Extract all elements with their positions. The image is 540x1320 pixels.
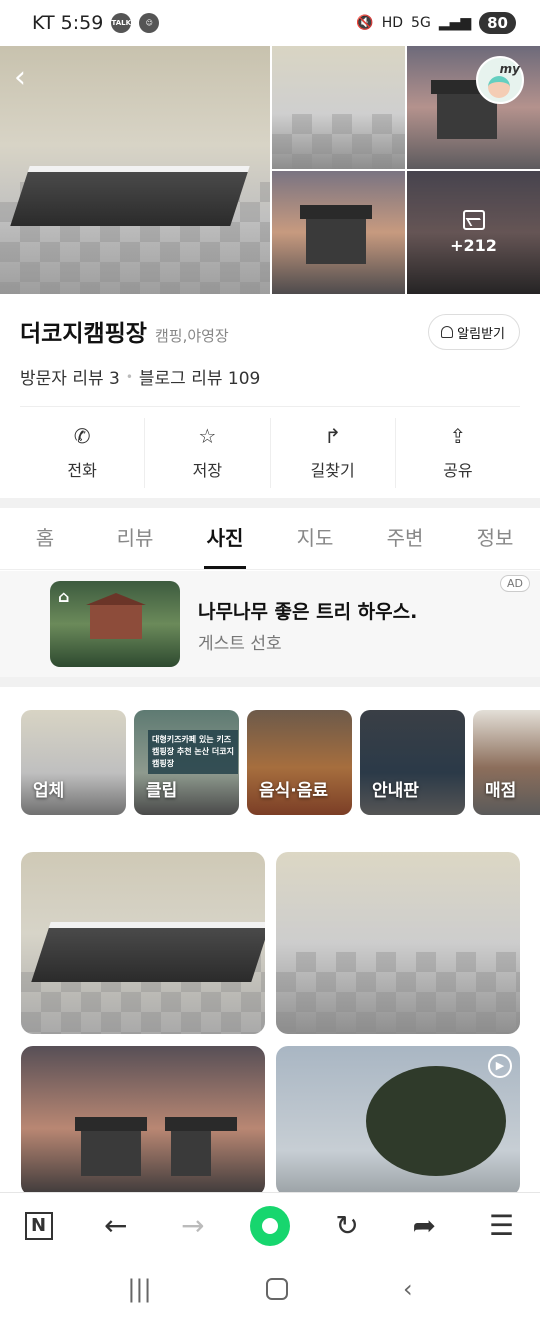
ad-title: 나무나무 좋은 트리 하우스. — [198, 601, 418, 623]
browser-toolbar: N ← → ↻ ➦ ☰ — [0, 1192, 540, 1258]
play-icon: ▶ — [488, 1054, 512, 1078]
separator-dot: • — [125, 369, 133, 384]
share-label: 공유 — [443, 461, 473, 480]
back-button[interactable]: ← — [92, 1202, 140, 1250]
alarm-label: 알림받기 — [457, 326, 505, 342]
category-clip[interactable]: 대형키즈카페 있는 키즈캠핑장 추천 논산 더코지캠핑장 클립 — [134, 710, 239, 815]
blog-review-link[interactable]: 블로그 리뷰 109 — [139, 364, 260, 389]
tab-bar: 홈 리뷰 사진 지도 주변 정보 — [0, 508, 540, 570]
share-arrow-icon: ➦ — [412, 1209, 436, 1242]
system-nav-bar: ||| ‹ — [0, 1258, 540, 1320]
hero-photo-3[interactable] — [407, 46, 540, 169]
section-divider — [0, 498, 540, 508]
arrow-left-icon: ← — [103, 1209, 128, 1242]
signal-icon: ▂▄▆ — [438, 15, 472, 31]
phone-icon: ✆ — [73, 424, 91, 448]
place-name: 더코지캠핑장 — [20, 321, 147, 347]
ad-thumbnail: ⌂ — [50, 581, 180, 667]
category-label: 안내판 — [372, 781, 419, 801]
hd-icon: HD — [381, 15, 404, 31]
recent-apps-icon[interactable]: ||| — [127, 1275, 151, 1303]
category-store[interactable]: 매점 — [473, 710, 540, 815]
tab-nearby[interactable]: 주변 — [360, 508, 450, 569]
photo-tile[interactable] — [21, 1046, 265, 1196]
tab-home[interactable]: 홈 — [0, 508, 90, 569]
carrier-time: KT 5:59 — [32, 12, 104, 34]
category-food-drink[interactable]: 음식·음료 — [247, 710, 352, 815]
network-icon: 5G — [411, 15, 431, 31]
notification-icon: ☺ — [139, 13, 160, 33]
system-back-icon[interactable]: ‹ — [403, 1275, 413, 1303]
save-button[interactable]: ☆ 저장 — [145, 418, 271, 488]
mute-icon: 🔇 — [356, 15, 374, 31]
category-label: 클립 — [146, 781, 178, 801]
my-avatar[interactable]: my — [476, 56, 524, 104]
photo-tile[interactable] — [21, 852, 265, 1034]
bell-icon — [441, 326, 454, 338]
divider — [20, 406, 520, 407]
hero-photo-4[interactable] — [272, 171, 405, 294]
alarm-button[interactable]: 알림받기 — [428, 314, 520, 350]
photo-icon — [462, 210, 485, 230]
tab-info[interactable]: 정보 — [450, 508, 540, 569]
ad-banner[interactable]: ⌂ 나무나무 좋은 트리 하우스. 게스트 선호 AD — [0, 571, 540, 677]
tab-photo[interactable]: 사진 — [180, 508, 270, 569]
category-signboard[interactable]: 안내판 — [360, 710, 465, 815]
visitor-review-link[interactable]: 방문자 리뷰 3 — [20, 364, 120, 389]
share-page-button[interactable]: ➦ — [400, 1202, 448, 1250]
naver-n-icon: N — [24, 1211, 53, 1240]
action-row: ✆ 전화 ☆ 저장 ↱ 길찾기 ⇪ 공유 — [20, 418, 520, 488]
ad-subtitle: 게스트 선호 — [198, 634, 282, 654]
video-tile[interactable]: ▶ — [276, 1046, 520, 1196]
category-business[interactable]: 업체 — [21, 710, 126, 815]
call-label: 전화 — [67, 461, 97, 480]
menu-button[interactable]: ☰ — [477, 1202, 525, 1250]
kakaotalk-icon: TALK — [111, 13, 132, 33]
green-dot-button[interactable] — [246, 1202, 294, 1250]
share-button[interactable]: ⇪ 공유 — [396, 418, 520, 488]
hamburger-icon: ☰ — [488, 1209, 514, 1242]
clip-banner-text: 대형키즈카페 있는 키즈캠핑장 추천 논산 더코지캠핑장 — [148, 730, 238, 774]
category-label: 음식·음료 — [259, 781, 329, 801]
directions-button[interactable]: ↱ 길찾기 — [271, 418, 396, 488]
hero-photo-2[interactable] — [272, 46, 405, 169]
hero-photo-more[interactable]: +212 — [407, 171, 540, 294]
place-info: 더코지캠핑장 캠핑,야영장 알림받기 방문자 리뷰 3 • 블로그 리뷰 109 — [0, 294, 540, 407]
photo-tile[interactable] — [276, 852, 520, 1034]
star-icon: ☆ — [198, 424, 217, 448]
call-button[interactable]: ✆ 전화 — [20, 418, 146, 488]
place-category: 캠핑,야영장 — [154, 327, 229, 345]
arrow-right-icon: → — [181, 1209, 205, 1242]
ad-badge: AD — [500, 575, 530, 592]
more-photos-count: +212 — [450, 236, 497, 255]
green-dot-icon — [249, 1205, 290, 1246]
tab-review[interactable]: 리뷰 — [90, 508, 180, 569]
forward-button[interactable]: → — [169, 1202, 217, 1250]
directions-label: 길찾기 — [310, 461, 355, 480]
status-bar: KT 5:59 TALK ☺ 🔇 HD 5G ▂▄▆ 80 — [0, 0, 540, 46]
naver-home-button[interactable]: N — [15, 1202, 63, 1250]
save-label: 저장 — [192, 461, 223, 480]
category-label: 매점 — [485, 781, 517, 801]
tab-map[interactable]: 지도 — [270, 508, 360, 569]
back-arrow-icon[interactable]: ‹ — [14, 60, 50, 96]
airbnb-logo-icon: ⌂ — [58, 587, 70, 606]
hero-gallery[interactable]: +212 ‹ my — [0, 46, 540, 294]
battery-indicator: 80 — [479, 12, 516, 34]
refresh-button[interactable]: ↻ — [323, 1202, 371, 1250]
photo-category-row: 업체 대형키즈카페 있는 키즈캠핑장 추천 논산 더코지캠핑장 클립 음식·음료… — [21, 710, 540, 815]
section-divider — [0, 677, 540, 687]
home-icon[interactable] — [266, 1278, 289, 1300]
share-icon: ⇪ — [449, 424, 467, 448]
refresh-icon: ↻ — [335, 1209, 359, 1242]
directions-icon: ↱ — [324, 424, 341, 448]
category-label: 업체 — [33, 781, 65, 801]
